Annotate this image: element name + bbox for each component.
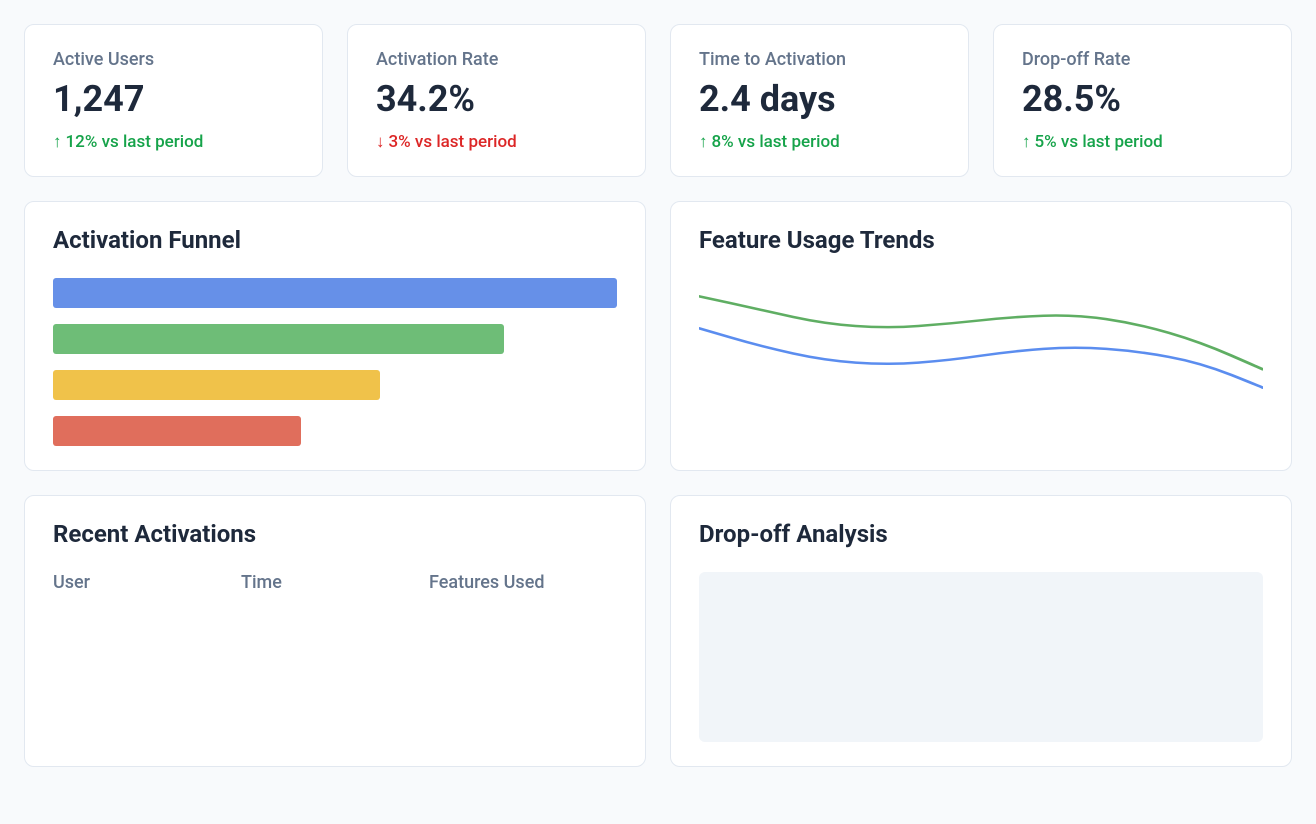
metric-change: ↓ 3% vs last period: [376, 132, 617, 152]
panel-feature-usage-trends: Feature Usage Trends: [670, 201, 1292, 471]
metric-card-active-users: Active Users 1,247 ↑ 12% vs last period: [24, 24, 323, 177]
metric-value: 2.4 days: [699, 78, 940, 120]
panel-activation-funnel: Activation Funnel: [24, 201, 646, 471]
panel-title: Feature Usage Trends: [699, 226, 1263, 254]
table-column-time: Time: [241, 572, 429, 593]
panel-dropoff-analysis: Drop-off Analysis: [670, 495, 1292, 767]
panel-title: Activation Funnel: [53, 226, 617, 254]
arrow-up-icon: ↑: [699, 134, 708, 151]
table-column-features: Features Used: [429, 572, 617, 593]
metric-change-text: 8% vs last period: [712, 132, 840, 152]
panel-title: Recent Activations: [53, 520, 617, 548]
table-column-user: User: [53, 572, 241, 593]
metrics-row: Active Users 1,247 ↑ 12% vs last period …: [24, 24, 1292, 177]
metric-card-time-to-activation: Time to Activation 2.4 days ↑ 8% vs last…: [670, 24, 969, 177]
metric-change-text: 12% vs last period: [66, 132, 204, 152]
trend-line-a: [699, 328, 1263, 387]
dropoff-chart-placeholder: [699, 572, 1263, 742]
metric-label: Drop-off Rate: [1022, 49, 1263, 70]
metric-label: Active Users: [53, 49, 294, 70]
funnel-bar-2: [53, 324, 504, 354]
funnel-bar-4: [53, 416, 301, 446]
metric-label: Activation Rate: [376, 49, 617, 70]
panel-title: Drop-off Analysis: [699, 520, 1263, 548]
metric-card-activation-rate: Activation Rate 34.2% ↓ 3% vs last perio…: [347, 24, 646, 177]
metric-change-text: 3% vs last period: [389, 132, 517, 152]
metric-value: 28.5%: [1022, 78, 1263, 120]
funnel-chart: [53, 278, 617, 446]
arrow-up-icon: ↑: [53, 134, 62, 151]
charts-row: Activation Funnel Feature Usage Trends: [24, 201, 1292, 471]
metric-value: 1,247: [53, 78, 294, 120]
metric-change: ↑ 5% vs last period: [1022, 132, 1263, 152]
metric-label: Time to Activation: [699, 49, 940, 70]
funnel-bar-1: [53, 278, 617, 308]
metric-change-text: 5% vs last period: [1035, 132, 1163, 152]
metric-change: ↑ 8% vs last period: [699, 132, 940, 152]
metric-change: ↑ 12% vs last period: [53, 132, 294, 152]
metric-card-dropoff-rate: Drop-off Rate 28.5% ↑ 5% vs last period: [993, 24, 1292, 177]
trends-chart: [699, 278, 1263, 438]
metric-value: 34.2%: [376, 78, 617, 120]
table-header: User Time Features Used: [53, 572, 617, 593]
panel-recent-activations: Recent Activations User Time Features Us…: [24, 495, 646, 767]
bottom-row: Recent Activations User Time Features Us…: [24, 495, 1292, 767]
funnel-bar-3: [53, 370, 380, 400]
arrow-up-icon: ↑: [1022, 134, 1031, 151]
arrow-down-icon: ↓: [376, 134, 385, 151]
